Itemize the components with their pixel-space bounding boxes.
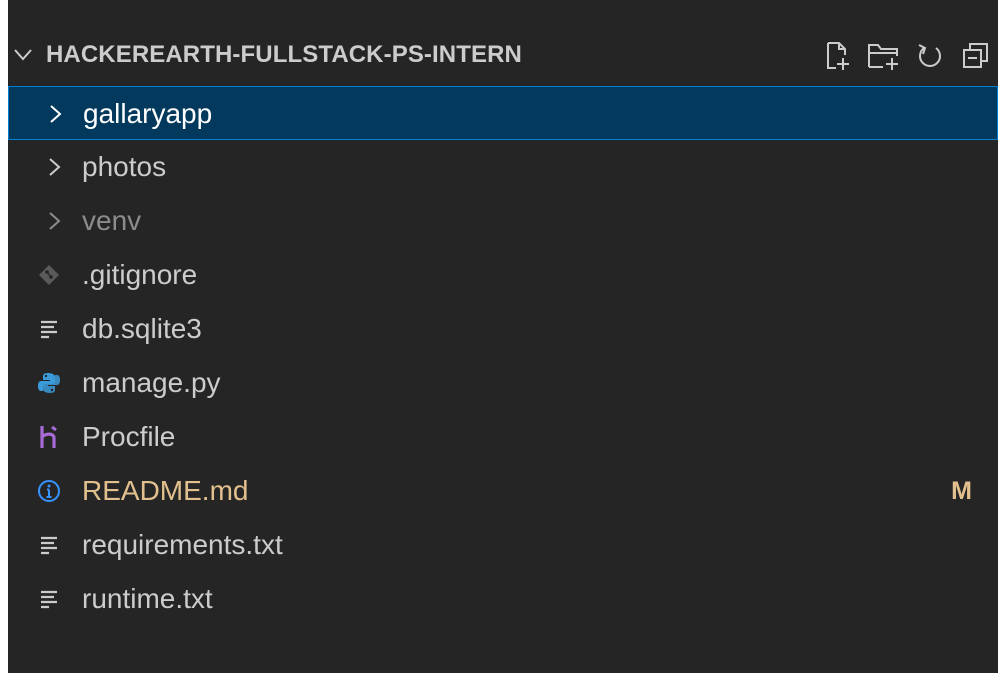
new-folder-button[interactable] <box>866 40 902 72</box>
tree-item-label: gallaryapp <box>83 98 213 129</box>
tree-item-photos[interactable]: photos <box>8 140 998 194</box>
heroku-icon <box>36 424 62 450</box>
tree-item-label: requirements.txt <box>82 529 283 560</box>
python-icon <box>36 370 62 396</box>
lines-file-icon <box>36 532 62 558</box>
explorer-section-header[interactable]: HACKEREARTH-FULLSTACK-PS-INTERN <box>8 28 998 82</box>
tree-item-label: Procfile <box>82 421 176 452</box>
lines-file-icon <box>36 586 62 612</box>
chevron-right-icon <box>49 212 61 230</box>
tree-item-gallaryapp[interactable]: gallaryapp <box>8 86 998 140</box>
tree-item-label: .gitignore <box>82 259 198 290</box>
tree-item-runtime-txt[interactable]: runtime.txt <box>8 572 998 626</box>
collapse-all-icon <box>963 43 988 68</box>
git-icon <box>36 262 62 288</box>
tree-item-label: README.md <box>82 475 249 506</box>
tree-item-label: manage.py <box>82 367 221 398</box>
lines-file-icon <box>36 316 62 342</box>
git-modified-badge: M <box>951 477 972 505</box>
refresh-icon <box>918 44 941 67</box>
explorer-panel: HACKEREARTH-FULLSTACK-PS-INTERN gallarya… <box>8 0 998 673</box>
tree-item-requirements-txt[interactable]: requirements.txt <box>8 518 998 572</box>
chevron-right-icon <box>50 105 62 123</box>
explorer-actions <box>820 40 994 72</box>
refresh-button[interactable] <box>912 40 948 72</box>
tree-item-label: venv <box>82 205 142 236</box>
collapse-all-button[interactable] <box>958 40 994 72</box>
info-icon <box>36 478 62 504</box>
new-file-button[interactable] <box>820 40 856 72</box>
chevron-down-icon <box>14 49 32 61</box>
workspace-title: HACKEREARTH-FULLSTACK-PS-INTERN <box>46 41 522 68</box>
tree-item-label: db.sqlite3 <box>82 313 202 344</box>
tree-item-readme-md[interactable]: README.md M <box>8 464 998 518</box>
tree-item-manage-py[interactable]: manage.py <box>8 356 998 410</box>
tree-item-procfile[interactable]: Procfile <box>8 410 998 464</box>
new-file-icon <box>827 42 849 70</box>
tree-item-db-sqlite3[interactable]: db.sqlite3 <box>8 302 998 356</box>
tree-item-label: runtime.txt <box>82 583 213 614</box>
tree-item-label: photos <box>82 151 167 182</box>
new-folder-icon <box>868 44 898 70</box>
tree-item-gitignore[interactable]: .gitignore <box>8 248 998 302</box>
chevron-right-icon <box>49 158 61 176</box>
tree-item-venv[interactable]: venv <box>8 194 998 248</box>
